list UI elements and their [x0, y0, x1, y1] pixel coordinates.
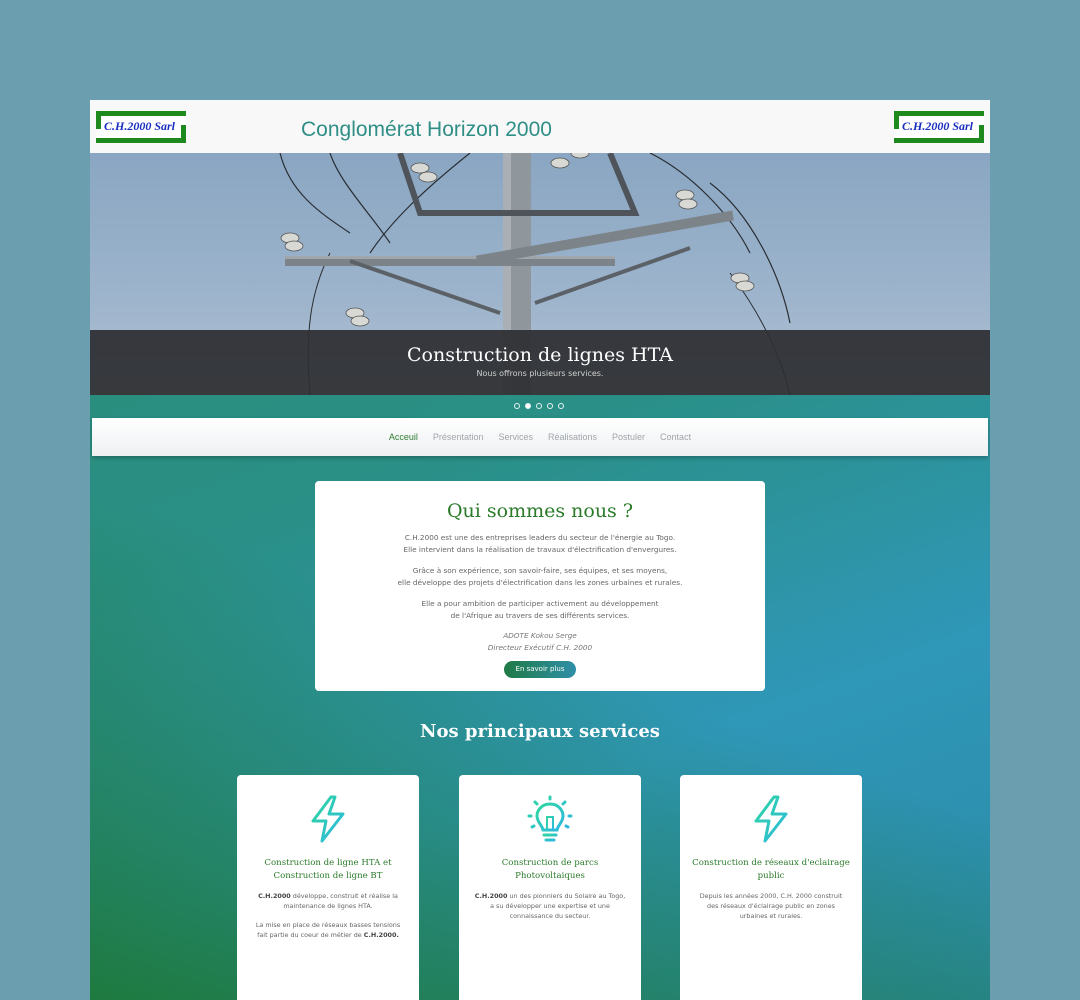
service-card-title: Construction de réseaux d'eclairage publ… — [692, 858, 850, 881]
service-card-title: Construction de ligne HTA et Constructio… — [264, 858, 392, 881]
nav-item-services[interactable]: Services — [498, 432, 533, 442]
site-title: Conglomérat Horizon 2000 — [301, 118, 552, 141]
slide-indicator-5[interactable] — [558, 403, 564, 409]
about-section: Qui sommes nous ? C.H.2000 est une des e… — [315, 481, 765, 691]
nav-item-presentation[interactable]: Présentation — [433, 432, 484, 442]
nav-item-realisations[interactable]: Réalisations — [548, 432, 597, 442]
slide-caption-title: Construction de lignes HTA — [407, 344, 673, 366]
slide-caption-subtitle: Nous offrons plusieurs services. — [476, 369, 604, 378]
lightning-icon — [311, 795, 345, 843]
hero-slider[interactable]: Construction de lignes HTA Nous offrons … — [90, 153, 990, 395]
nav-item-acceuil[interactable]: Acceuil — [389, 432, 418, 442]
service-card-hta-bt[interactable]: Construction de ligne HTA et Constructio… — [237, 775, 419, 1000]
slide-caption: Construction de lignes HTA Nous offrons … — [90, 330, 990, 395]
about-signature: ADOTE Kokou Serge Directeur Exécutif C.H… — [487, 631, 593, 652]
slide-indicator-2[interactable] — [525, 403, 531, 409]
service-card-text: C.H.2000 un des pionniers du Solaire au … — [474, 892, 626, 920]
company-logo-left[interactable]: C.H.2000 Sarl — [96, 111, 186, 143]
slide-indicator-4[interactable] — [547, 403, 553, 409]
logo-text: C.H.2000 Sarl — [104, 119, 176, 133]
service-card-text-2: La mise en place de réseaux basses tensi… — [255, 921, 401, 939]
header-bar: C.H.2000 Sarl Conglomérat Horizon 2000 C… — [90, 100, 990, 153]
about-paragraph-3: Elle a pour ambition de participer activ… — [421, 599, 659, 620]
slide-indicator-1[interactable] — [514, 403, 520, 409]
company-logo-right[interactable]: C.H.2000 Sarl — [894, 111, 984, 143]
about-paragraph-2: Grâce à son expérience, son savoir-faire… — [397, 566, 683, 587]
about-paragraph-1: C.H.2000 est une des entreprises leaders… — [403, 533, 677, 554]
logo-text: C.H.2000 Sarl — [902, 119, 974, 133]
website-page: C.H.2000 Sarl Conglomérat Horizon 2000 C… — [90, 100, 990, 1000]
service-card-public-lighting[interactable]: Construction de réseaux d'eclairage publ… — [680, 775, 862, 1000]
main-navigation: Acceuil Présentation Services Réalisatio… — [92, 418, 988, 456]
nav-item-postuler[interactable]: Postuler — [612, 432, 645, 442]
services-title: Nos principaux services — [420, 721, 660, 742]
service-card-photovoltaic[interactable]: Construction de parcs Photovoltaiques C.… — [459, 775, 641, 1000]
lightning-icon — [754, 795, 788, 843]
learn-more-button[interactable]: En savoir plus — [504, 661, 576, 678]
lightbulb-icon — [527, 795, 573, 842]
slider-indicators — [514, 403, 564, 411]
service-card-text: C.H.2000 développe, construit et réalise… — [258, 892, 398, 910]
about-title: Qui sommes nous ? — [446, 500, 634, 522]
service-card-title: Construction de parcs Photovoltaiques — [501, 858, 599, 881]
nav-item-contact[interactable]: Contact — [660, 432, 691, 442]
slide-indicator-3[interactable] — [536, 403, 542, 409]
service-card-text: Depuis les années 2000, C.H. 2000 constr… — [699, 892, 843, 920]
